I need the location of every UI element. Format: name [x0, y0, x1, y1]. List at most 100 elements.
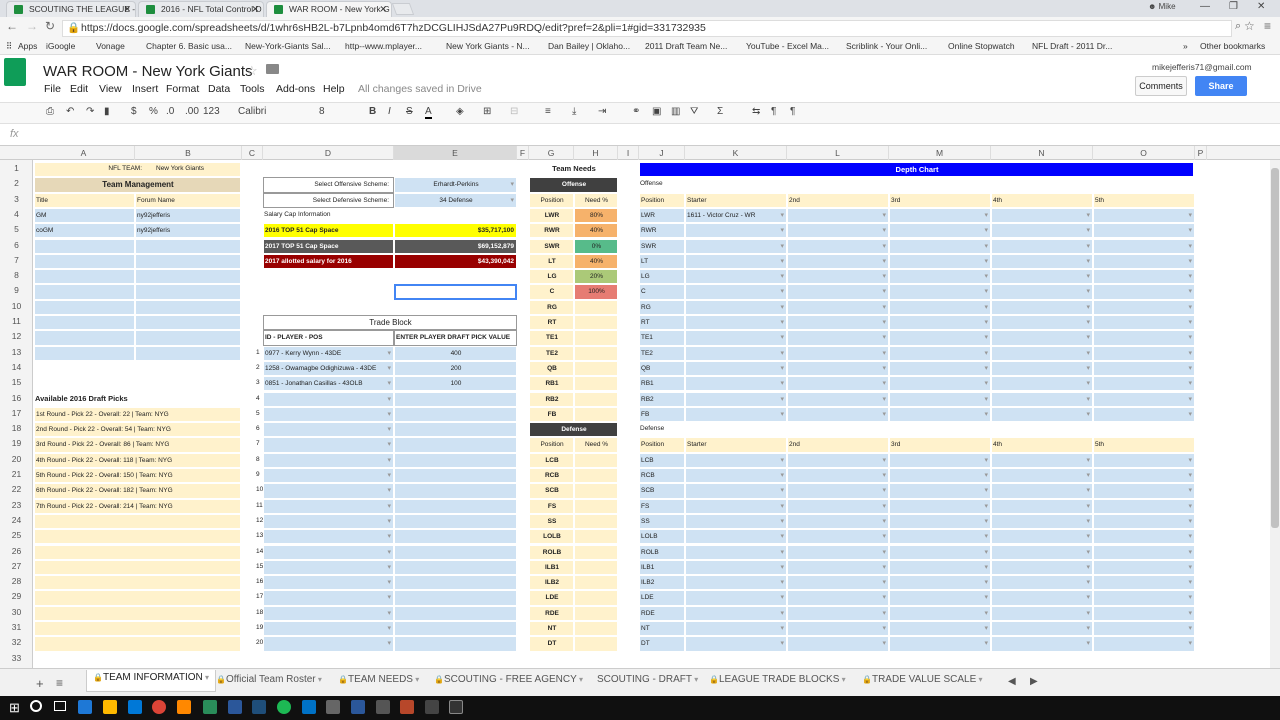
trade-player-select[interactable]: 0977 - Kerry Wynn - 43DE — [263, 345, 394, 361]
depth-player-select[interactable] — [787, 406, 889, 423]
trade-player-select[interactable] — [263, 575, 394, 591]
depth-player-select[interactable] — [685, 406, 787, 423]
account-email[interactable]: mikejefferis71@gmail.com — [1152, 62, 1252, 72]
needs-percent[interactable] — [574, 575, 618, 591]
menu-addons[interactable]: Add-ons — [276, 83, 315, 95]
depth-player-select[interactable] — [787, 360, 889, 377]
needs-percent[interactable] — [574, 330, 618, 346]
increase-decimal-icon[interactable]: .00 — [185, 106, 199, 117]
chrome-menu-icon[interactable]: ≡ — [1264, 19, 1271, 33]
depth-player-select[interactable] — [685, 636, 787, 652]
text-color-icon[interactable]: A — [425, 106, 432, 119]
depth-player-select[interactable] — [1093, 605, 1195, 621]
needs-percent[interactable] — [574, 498, 618, 514]
depth-player-select[interactable] — [1093, 269, 1195, 285]
depth-player-select[interactable] — [991, 207, 1093, 224]
trade-value-input[interactable] — [394, 483, 517, 499]
depth-player-select[interactable] — [1093, 376, 1195, 392]
decrease-decimal-icon[interactable]: .0 — [166, 106, 174, 117]
title-cell[interactable] — [34, 315, 135, 331]
col-header[interactable]: I — [618, 146, 639, 160]
depth-player-select[interactable] — [685, 559, 787, 576]
vertical-scrollbar[interactable] — [1270, 160, 1280, 668]
bookmark-other[interactable]: Other bookmarks — [1200, 41, 1265, 51]
print-icon[interactable]: ⎙ — [46, 106, 54, 117]
depth-player-select[interactable] — [991, 621, 1093, 637]
row-header[interactable]: 16 — [0, 393, 33, 403]
needs-percent[interactable] — [574, 513, 618, 530]
cortana-icon[interactable] — [30, 700, 42, 712]
depth-player-select[interactable] — [991, 498, 1093, 514]
needs-percent[interactable] — [574, 452, 618, 468]
depth-player-select[interactable] — [787, 315, 889, 331]
depth-player-select[interactable] — [889, 253, 991, 270]
filter-icon[interactable]: ⛛ — [690, 106, 698, 117]
row-header[interactable]: 15 — [0, 377, 33, 387]
depth-player-select[interactable] — [889, 207, 991, 224]
depth-player-select[interactable] — [991, 253, 1093, 270]
insert-chart-icon[interactable]: ▥ — [671, 106, 680, 117]
chevron-right-icon[interactable]: » — [1183, 41, 1188, 51]
depth-player-select[interactable] — [1093, 498, 1195, 514]
trade-player-select[interactable] — [263, 513, 394, 530]
depth-player-select[interactable] — [1093, 253, 1195, 270]
trade-player-select[interactable]: 1258 - Owamagbe Odighizuwa - 43DE — [263, 360, 394, 377]
depth-player-select[interactable] — [889, 483, 991, 499]
undo-icon[interactable]: ↶ — [66, 106, 74, 117]
col-header[interactable]: F — [517, 146, 529, 160]
depth-player-select[interactable] — [787, 391, 889, 407]
needs-percent[interactable] — [574, 544, 618, 560]
add-sheet-icon[interactable]: + — [36, 676, 44, 691]
trade-value-input[interactable] — [394, 529, 517, 545]
reload-icon[interactable]: ↻ — [45, 19, 55, 33]
depth-player-select[interactable] — [889, 544, 991, 560]
col-header[interactable]: H — [574, 146, 618, 160]
trade-value-input[interactable]: 100 — [394, 376, 517, 392]
depth-player-select[interactable] — [889, 391, 991, 407]
depth-player-select[interactable] — [991, 605, 1093, 621]
needs-percent[interactable] — [574, 621, 618, 637]
bookmark-chapter6[interactable]: Chapter 6. Basic usa... — [146, 41, 232, 51]
needs-percent[interactable]: 20% — [574, 269, 618, 285]
paint-format-icon[interactable]: ▮ — [104, 106, 110, 117]
word-doc-icon[interactable] — [351, 700, 365, 714]
forum-name-cell[interactable] — [135, 345, 241, 361]
trade-player-select[interactable] — [263, 406, 394, 423]
depth-player-select[interactable] — [685, 575, 787, 591]
gm-title[interactable]: GM — [34, 207, 135, 224]
depth-player-select[interactable] — [991, 468, 1093, 484]
close-icon[interactable]: ✕ — [123, 2, 131, 16]
bookmark-mplayer[interactable]: http--www.mplayer... — [345, 41, 422, 51]
depth-player-select[interactable] — [991, 223, 1093, 239]
depth-player-select[interactable] — [1093, 575, 1195, 591]
sheet-tab[interactable]: 🔒Official Team Roster ▾ — [216, 674, 322, 685]
depth-player-select[interactable] — [1093, 544, 1195, 560]
depth-player-select[interactable] — [889, 621, 991, 637]
text-wrap-icon[interactable]: ⇥ — [598, 106, 606, 117]
chrome-icon[interactable] — [152, 700, 166, 714]
col-header[interactable]: B — [135, 146, 242, 160]
depth-player-select[interactable] — [685, 468, 787, 484]
url-field[interactable]: 🔒 https://docs.google.com/spreadsheets/d… — [62, 20, 1232, 37]
close-icon[interactable]: ✕ — [251, 2, 259, 16]
font-select[interactable]: Calibri — [238, 106, 266, 117]
forum-name-cell[interactable] — [135, 315, 241, 331]
depth-player-select[interactable] — [685, 498, 787, 514]
row-header[interactable]: 26 — [0, 546, 33, 556]
col-header[interactable]: K — [685, 146, 787, 160]
trade-value-input[interactable] — [394, 605, 517, 621]
depth-player-select[interactable] — [991, 406, 1093, 423]
nfl-team-value[interactable]: New York Giants — [155, 162, 240, 177]
depth-player-select[interactable] — [1093, 284, 1195, 300]
depth-player-select[interactable] — [787, 452, 889, 468]
depth-player-select[interactable] — [787, 345, 889, 361]
spotify-icon[interactable] — [277, 700, 291, 714]
depth-player-select[interactable] — [787, 498, 889, 514]
title-cell[interactable] — [34, 253, 135, 270]
row-header[interactable]: 3 — [0, 194, 33, 204]
row-header[interactable]: 25 — [0, 530, 33, 540]
depth-player-select[interactable] — [685, 376, 787, 392]
star-icon[interactable]: ☆ — [246, 63, 258, 79]
forum-name-cell[interactable] — [135, 330, 241, 346]
sheet-tab[interactable]: 🔒TRADE VALUE SCALE ▾ — [862, 674, 983, 685]
